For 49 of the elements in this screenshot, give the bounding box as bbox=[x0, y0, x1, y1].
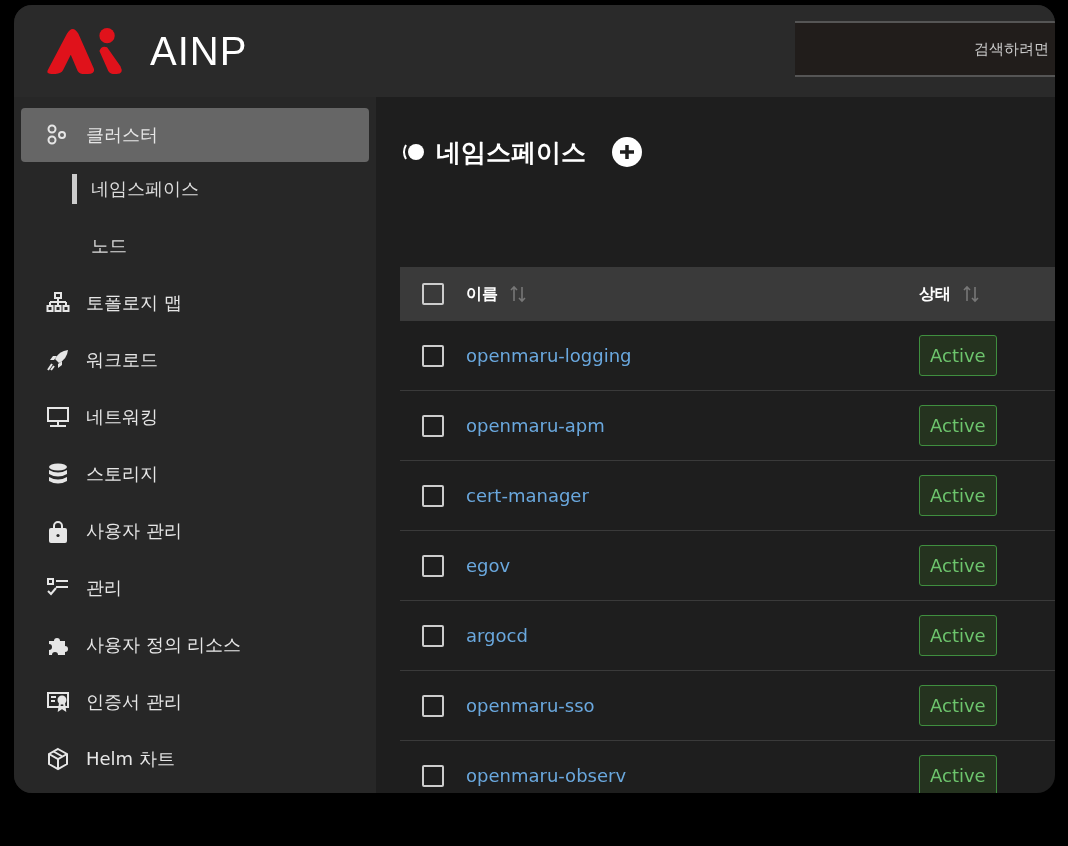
status-badge: Active bbox=[919, 335, 997, 376]
nav-icon bbox=[46, 462, 70, 486]
status-badge: Active bbox=[919, 685, 997, 726]
status-badge: Active bbox=[919, 405, 997, 446]
sidebar-item[interactable]: 네트워킹 bbox=[21, 390, 369, 444]
row-checkbox[interactable] bbox=[422, 554, 444, 577]
sidebar-item[interactable]: Helm 차트 bbox=[21, 732, 369, 786]
nav-icon bbox=[46, 519, 70, 543]
nav-icon bbox=[46, 291, 70, 315]
row-checkbox[interactable] bbox=[422, 624, 444, 647]
status-badge: Active bbox=[919, 755, 997, 793]
namespace-link[interactable]: egov bbox=[466, 555, 511, 576]
add-button[interactable] bbox=[612, 137, 642, 167]
status-badge: Active bbox=[919, 475, 997, 516]
sidebar-item[interactable]: 관리 bbox=[21, 561, 369, 615]
status-badge: Active bbox=[919, 545, 997, 586]
sidebar-item[interactable]: 클러스터 bbox=[21, 108, 369, 162]
sidebar-subitem[interactable]: 노드 bbox=[21, 219, 369, 273]
namespace-link[interactable]: openmaru-observ bbox=[466, 765, 627, 786]
sort-icon[interactable] bbox=[510, 285, 526, 303]
column-header[interactable]: 상태 bbox=[919, 283, 951, 305]
namespace-link[interactable]: argocd bbox=[466, 625, 528, 646]
namespace-link[interactable]: openmaru-sso bbox=[466, 695, 595, 716]
row-checkbox[interactable] bbox=[422, 414, 444, 437]
page-title: 네임스페이스 bbox=[436, 136, 586, 169]
sort-icon[interactable] bbox=[963, 285, 979, 303]
nav-icon bbox=[46, 348, 70, 372]
search-field[interactable]: 검색하려면 bbox=[795, 21, 1055, 77]
row-checkbox[interactable] bbox=[422, 764, 444, 787]
select-all-checkbox[interactable] bbox=[422, 283, 444, 305]
nav-icon bbox=[46, 747, 70, 771]
nav-icon bbox=[46, 690, 70, 714]
namespace-link[interactable]: cert-manager bbox=[466, 485, 589, 506]
namespace-link[interactable]: openmaru-apm bbox=[466, 415, 605, 436]
row-checkbox[interactable] bbox=[422, 694, 444, 717]
sidebar-item[interactable]: 스토리지 bbox=[21, 447, 369, 501]
sidebar-subitem[interactable]: 네임스페이스 bbox=[72, 174, 369, 204]
row-checkbox[interactable] bbox=[422, 484, 444, 507]
status-badge: Active bbox=[919, 615, 997, 656]
sidebar-item[interactable]: 인증서 관리 bbox=[21, 675, 369, 729]
nav-icon bbox=[46, 405, 70, 429]
sidebar-item[interactable]: 사용자 관리 bbox=[21, 504, 369, 558]
logo-text: AINP bbox=[150, 28, 248, 74]
sidebar-item[interactable]: 토폴로지 맵 bbox=[21, 276, 369, 330]
sidebar-item[interactable]: 워크로드 bbox=[21, 333, 369, 387]
column-header[interactable]: 이름 bbox=[466, 283, 498, 305]
sidebar-item[interactable]: 사용자 정의 리소스 bbox=[21, 618, 369, 672]
namespace-link[interactable]: openmaru-logging bbox=[466, 345, 632, 366]
row-checkbox[interactable] bbox=[422, 344, 444, 367]
